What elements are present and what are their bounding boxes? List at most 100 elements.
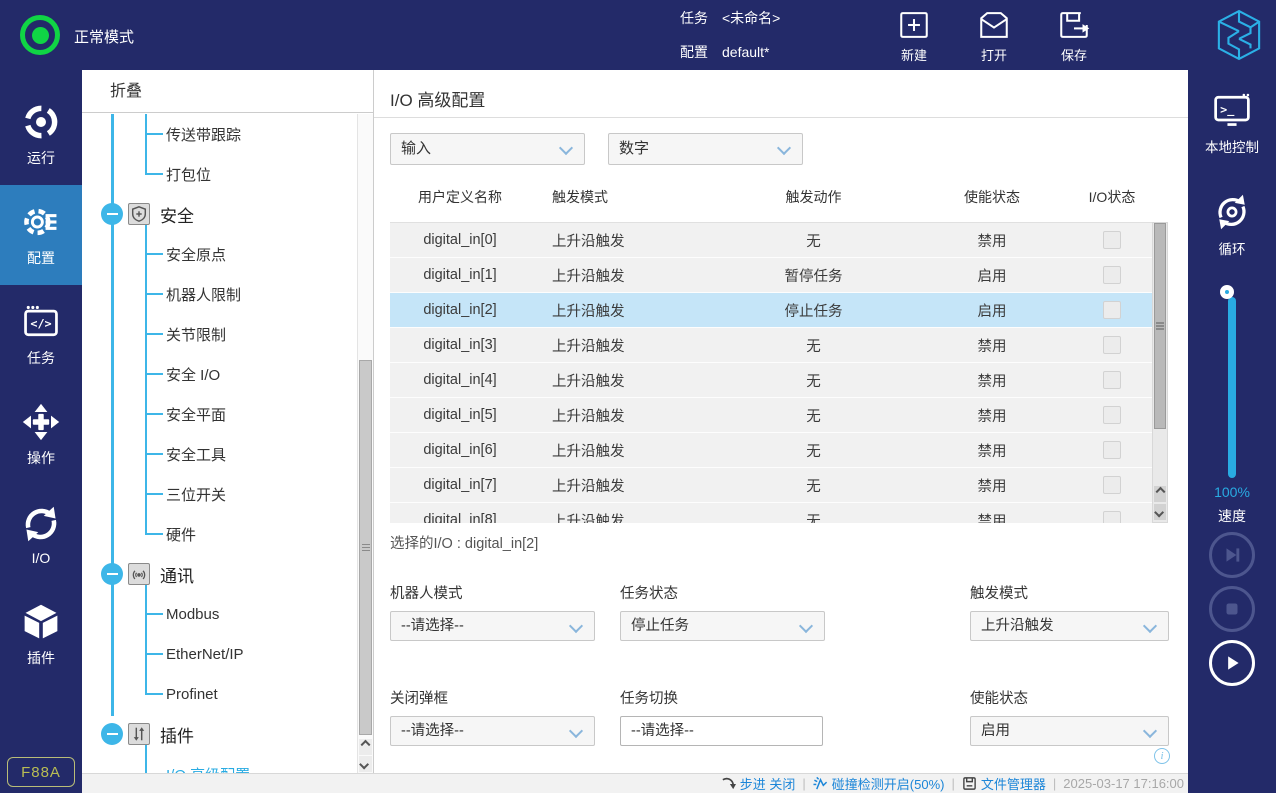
io-table-row[interactable]: digital_in[5] 上升沿触发 无 禁用 bbox=[390, 398, 1152, 433]
nav-item-run[interactable]: 运行 bbox=[0, 85, 82, 185]
local-control-button[interactable]: >_ 本地控制 bbox=[1188, 90, 1276, 156]
left-nav: 运行 配置 </> 任务 操作 I/O 插件 F88A bbox=[0, 70, 82, 793]
table-scroll-up-button[interactable] bbox=[1154, 486, 1166, 502]
io-table-row[interactable]: digital_in[0] 上升沿触发 无 禁用 bbox=[390, 223, 1152, 258]
save-button[interactable]: 保存 bbox=[1042, 8, 1106, 64]
nav-item-config[interactable]: 配置 bbox=[0, 185, 82, 285]
task-state-select[interactable]: 停止任务 bbox=[620, 611, 825, 641]
tree-item[interactable]: Modbus bbox=[82, 594, 357, 634]
tree-collapse-header[interactable]: 折叠 bbox=[82, 70, 373, 113]
tree-group[interactable]: 插件 bbox=[82, 714, 357, 754]
speed-slider-track[interactable] bbox=[1228, 297, 1236, 478]
task-switch-input[interactable]: --请选择-- bbox=[620, 716, 823, 746]
robot-mode-select[interactable]: --请选择-- bbox=[390, 611, 595, 641]
table-scrollbar-thumb[interactable] bbox=[1154, 223, 1166, 429]
tree-item-label: 打包位 bbox=[166, 164, 211, 185]
step-mode-icon bbox=[721, 776, 736, 791]
tree-item[interactable]: 三位开关 bbox=[82, 474, 357, 514]
new-button[interactable]: 新建 bbox=[882, 8, 946, 64]
cell-io-state bbox=[1072, 231, 1152, 249]
tree-item[interactable]: 机器人限制 bbox=[82, 274, 357, 314]
loop-button[interactable]: 循环 bbox=[1188, 192, 1276, 258]
info-icon[interactable]: i bbox=[1154, 748, 1170, 764]
collapse-minus-icon[interactable] bbox=[101, 723, 123, 745]
tree-item[interactable]: 关节限制 bbox=[82, 314, 357, 354]
io-table-row[interactable]: digital_in[7] 上升沿触发 无 禁用 bbox=[390, 468, 1152, 503]
collapse-minus-icon[interactable] bbox=[101, 203, 123, 225]
io-state-checkbox[interactable] bbox=[1103, 406, 1121, 424]
cell-user-defined-name: digital_in[2] bbox=[390, 302, 530, 318]
collapse-minus-icon[interactable] bbox=[101, 563, 123, 585]
brand-logo-icon bbox=[1216, 7, 1262, 63]
tree-item[interactable]: 硬件 bbox=[82, 514, 357, 554]
cell-trigger-action: 无 bbox=[715, 440, 912, 461]
io-table-row[interactable]: digital_in[8] 上升沿触发 无 禁用 bbox=[390, 503, 1152, 523]
tree-item[interactable]: 安全 I/O bbox=[82, 354, 357, 394]
play-button[interactable] bbox=[1209, 640, 1255, 686]
close-popup-value: --请选择-- bbox=[401, 723, 464, 739]
trigger-mode-select[interactable]: 上升沿触发 bbox=[970, 611, 1169, 641]
io-state-checkbox[interactable] bbox=[1103, 476, 1121, 494]
io-direction-select[interactable]: 输入 bbox=[390, 133, 585, 165]
tree-scroll-down-button[interactable] bbox=[359, 756, 372, 772]
stop-button[interactable] bbox=[1209, 586, 1255, 632]
io-state-checkbox[interactable] bbox=[1103, 266, 1121, 284]
io-state-checkbox[interactable] bbox=[1103, 371, 1121, 389]
enable-state-select[interactable]: 启用 bbox=[970, 716, 1169, 746]
nav-item-config-label: 配置 bbox=[27, 248, 55, 268]
io-table-row[interactable]: digital_in[6] 上升沿触发 无 禁用 bbox=[390, 433, 1152, 468]
tree-item-label: Modbus bbox=[166, 606, 219, 623]
table-scrollbar[interactable] bbox=[1152, 222, 1168, 523]
speed-slider-handle[interactable] bbox=[1220, 285, 1234, 299]
tree-scrollbar-thumb[interactable] bbox=[359, 360, 372, 735]
nav-item-operate[interactable]: 操作 bbox=[0, 385, 82, 485]
close-popup-select[interactable]: --请选择-- bbox=[390, 716, 595, 746]
tree-scroll-up-button[interactable] bbox=[359, 739, 372, 755]
cell-enable-state: 禁用 bbox=[912, 510, 1072, 524]
cell-enable-state: 禁用 bbox=[912, 335, 1072, 356]
antenna-icon bbox=[128, 563, 150, 585]
io-table-row[interactable]: digital_in[3] 上升沿触发 无 禁用 bbox=[390, 328, 1152, 363]
io-state-checkbox[interactable] bbox=[1103, 336, 1121, 354]
nav-item-task[interactable]: </> 任务 bbox=[0, 285, 82, 385]
open-button[interactable]: 打开 bbox=[962, 8, 1026, 64]
tree-item[interactable]: 安全工具 bbox=[82, 434, 357, 474]
nav-item-plugin-label: 插件 bbox=[27, 648, 55, 668]
tree-item[interactable]: 打包位 bbox=[82, 154, 357, 194]
file-manager-link[interactable]: 文件管理器 bbox=[962, 774, 1046, 793]
new-button-label: 新建 bbox=[901, 45, 927, 64]
io-table-row[interactable]: digital_in[2] 上升沿触发 停止任务 启用 bbox=[390, 293, 1152, 328]
io-state-checkbox[interactable] bbox=[1103, 231, 1121, 249]
cell-user-defined-name: digital_in[4] bbox=[390, 372, 530, 388]
io-type-select[interactable]: 数字 bbox=[608, 133, 803, 165]
io-state-checkbox[interactable] bbox=[1103, 511, 1121, 523]
task-state-value: 停止任务 bbox=[631, 618, 689, 634]
tree-item[interactable]: 安全平面 bbox=[82, 394, 357, 434]
tree-group-label: 通讯 bbox=[160, 562, 194, 587]
tree-item[interactable]: EtherNet/IP bbox=[82, 634, 357, 674]
enable-state-value: 启用 bbox=[981, 723, 1010, 739]
tree-group[interactable]: 通讯 bbox=[82, 554, 357, 594]
operate-icon bbox=[21, 402, 61, 442]
sliders-icon bbox=[128, 723, 150, 745]
table-scroll-down-button[interactable] bbox=[1154, 504, 1166, 520]
nav-item-plugin[interactable]: 插件 bbox=[0, 585, 82, 685]
cell-trigger-action: 无 bbox=[715, 370, 912, 391]
tree-item[interactable]: Profinet bbox=[82, 674, 357, 714]
tree-item[interactable]: 安全原点 bbox=[82, 234, 357, 274]
tree-item[interactable]: I/O 高级配置 bbox=[82, 754, 357, 773]
collision-detect-status[interactable]: 碰撞检测开启(50%) bbox=[813, 774, 945, 793]
io-table-row[interactable]: digital_in[1] 上升沿触发 暂停任务 启用 bbox=[390, 258, 1152, 293]
step-mode-status[interactable]: 步进 关闭 bbox=[721, 774, 796, 793]
cell-trigger-mode: 上升沿触发 bbox=[530, 370, 715, 391]
step-forward-button[interactable] bbox=[1209, 532, 1255, 578]
nav-item-io[interactable]: I/O bbox=[0, 485, 82, 585]
io-table-row[interactable]: digital_in[4] 上升沿触发 无 禁用 bbox=[390, 363, 1152, 398]
collision-detect-text: 碰撞检测开启(50%) bbox=[832, 774, 945, 793]
tree-group[interactable]: 安全 bbox=[82, 194, 357, 234]
io-state-checkbox[interactable] bbox=[1103, 441, 1121, 459]
io-state-checkbox[interactable] bbox=[1103, 301, 1121, 319]
loop-label: 循环 bbox=[1219, 238, 1246, 258]
tree-item[interactable]: 传送带跟踪 bbox=[82, 114, 357, 154]
tree-scrollbar[interactable] bbox=[357, 114, 373, 773]
